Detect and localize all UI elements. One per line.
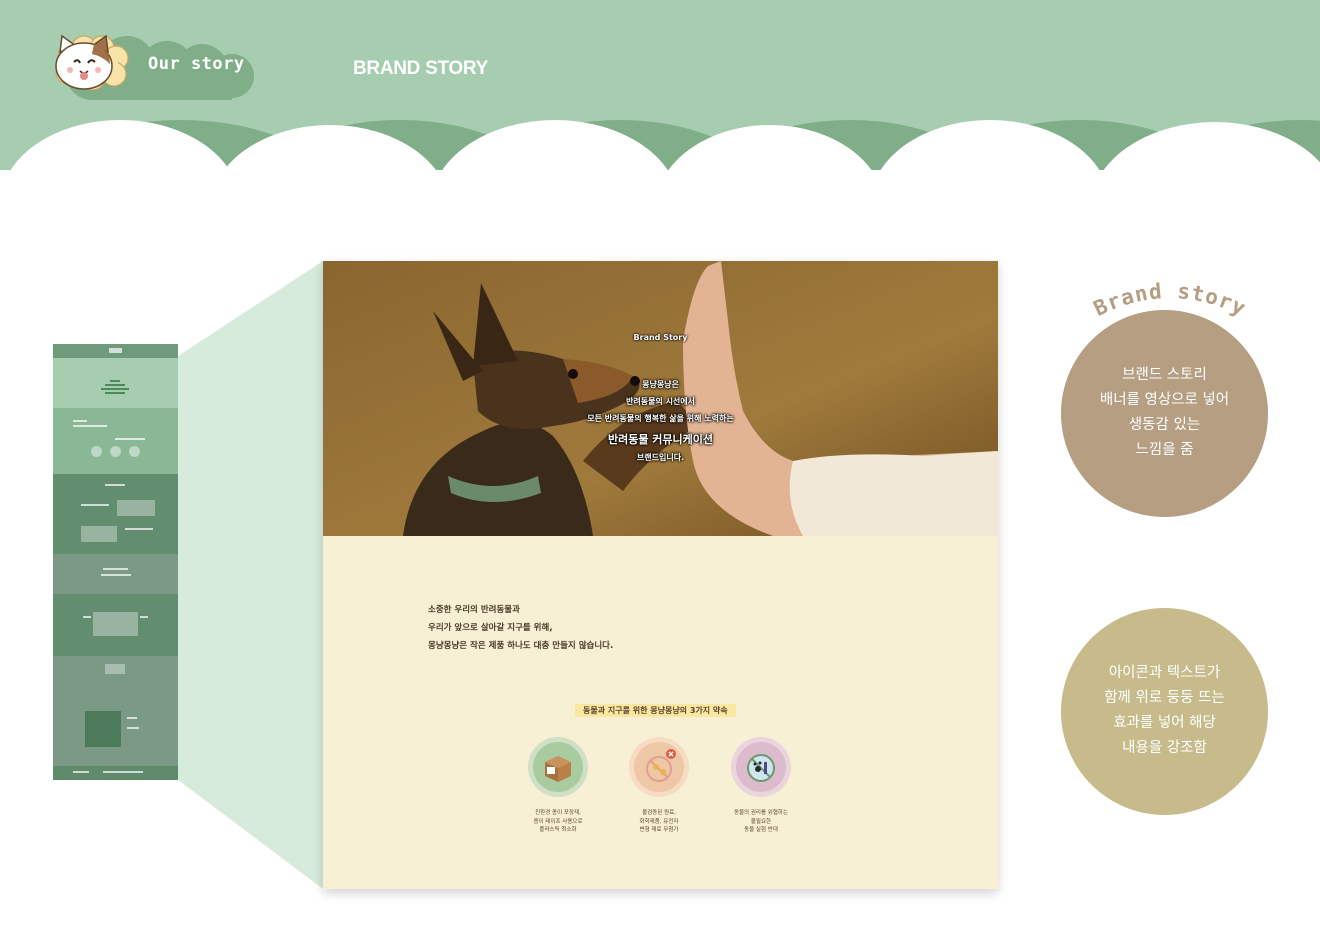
intro-text: 소중한 우리의 반려동물과 우리가 앞으로 살아갈 지구를 위해, 몽냥몽냥은 … — [428, 601, 613, 655]
annotation-circle-icons: 아이콘과 텍스트가 함께 위로 둥둥 뜨는 효과를 넣어 해당 내용을 강조함 — [1061, 608, 1268, 815]
hero-kicker: Brand Story — [633, 333, 688, 342]
promise-caption: 불검증된 원료, 화학제품, 유전자 변형 재료 무첨가 — [639, 810, 679, 833]
promise-icon-ring — [528, 737, 588, 797]
thumb-hero — [53, 358, 178, 408]
hero-line-5: 브랜드입니다. — [636, 453, 685, 462]
thumb-section-2 — [53, 408, 178, 474]
no-animal-testing-icon — [736, 742, 786, 792]
thumb-section-6 — [53, 656, 178, 701]
hero-line-1: 몽냥몽냥은 — [642, 380, 679, 389]
note1-line-4: 느낌을 줌 — [1135, 442, 1194, 458]
hero-line-4: 반려동물 커뮤니케이션 — [607, 433, 714, 446]
promise-caption: 동물의 권리를 위협하는 불필요한 동물 실험 반대 — [733, 810, 789, 833]
promise-icon-ring — [731, 737, 791, 797]
thumb-section-3 — [53, 474, 178, 554]
note2-line-4: 내용을 강조함 — [1122, 740, 1207, 756]
thumb-nav — [53, 344, 178, 358]
note1-line-2: 배너를 영상으로 넣어 — [1099, 392, 1230, 408]
hero-overlay-text: Brand Story 몽냥몽냥은 반려동물의 시선에서 모든 반려동물의 행복… — [323, 261, 998, 536]
promise-caption: 친환경 종이 포장재, 종이 테이프 사용으로 플라스틱 최소화 — [533, 810, 583, 833]
thumb-section-5 — [53, 594, 178, 656]
thumb-section-7 — [53, 701, 178, 766]
promise-item-no-animal-testing: 동물의 권리를 위협하는 불필요한 동물 실험 반대 — [716, 737, 806, 835]
note1-line-1: 브랜드 스토리 — [1122, 367, 1207, 383]
intro-line-3: 몽냥몽냥은 작은 제품 하나도 대충 만들지 않습니다. — [428, 641, 614, 651]
note2-line-2: 함께 위로 둥둥 뜨는 — [1104, 690, 1225, 706]
full-page-thumbnail — [53, 344, 178, 780]
note2-line-1: 아이콘과 텍스트가 — [1108, 665, 1221, 681]
promise-item-no-chemicals: 불검증된 원료, 화학제품, 유전자 변형 재료 무첨가 — [614, 737, 704, 835]
annotation-circle-banner: 브랜드 스토리 배너를 영상으로 넣어 생동감 있는 느낌을 줌 — [1061, 310, 1268, 517]
thumb-footer — [53, 766, 178, 780]
hero-line-2: 반려동물의 시선에서 — [625, 397, 696, 406]
promise-item-eco-packaging: 친환경 종이 포장재, 종이 테이프 사용으로 플라스틱 최소화 — [513, 737, 603, 835]
promise-title: 동물과 지구를 위한 몽냥몽냥의 3가지 약속 — [575, 704, 736, 717]
box-icon — [533, 742, 583, 792]
no-chemical-icon — [634, 742, 684, 792]
hero-video-banner[interactable]: Brand Story 몽냥몽냥은 반려동물의 시선에서 모든 반려동물의 행복… — [323, 261, 998, 536]
promise-icon-ring — [629, 737, 689, 797]
note2-line-3: 효과를 넣어 해당 — [1113, 715, 1216, 731]
thumb-section-4 — [53, 554, 178, 594]
intro-line-2: 우리가 앞으로 살아갈 지구를 위해, — [428, 623, 553, 633]
hero-line-3: 모든 반려동물의 행복한 삶을 위해 노력하는 — [587, 414, 734, 423]
brand-story-page-mockup: Brand Story 몽냥몽냥은 반려동물의 시선에서 모든 반려동물의 행복… — [323, 261, 998, 889]
intro-line-1: 소중한 우리의 반려동물과 — [428, 605, 520, 615]
note1-line-3: 생동감 있는 — [1128, 417, 1201, 433]
